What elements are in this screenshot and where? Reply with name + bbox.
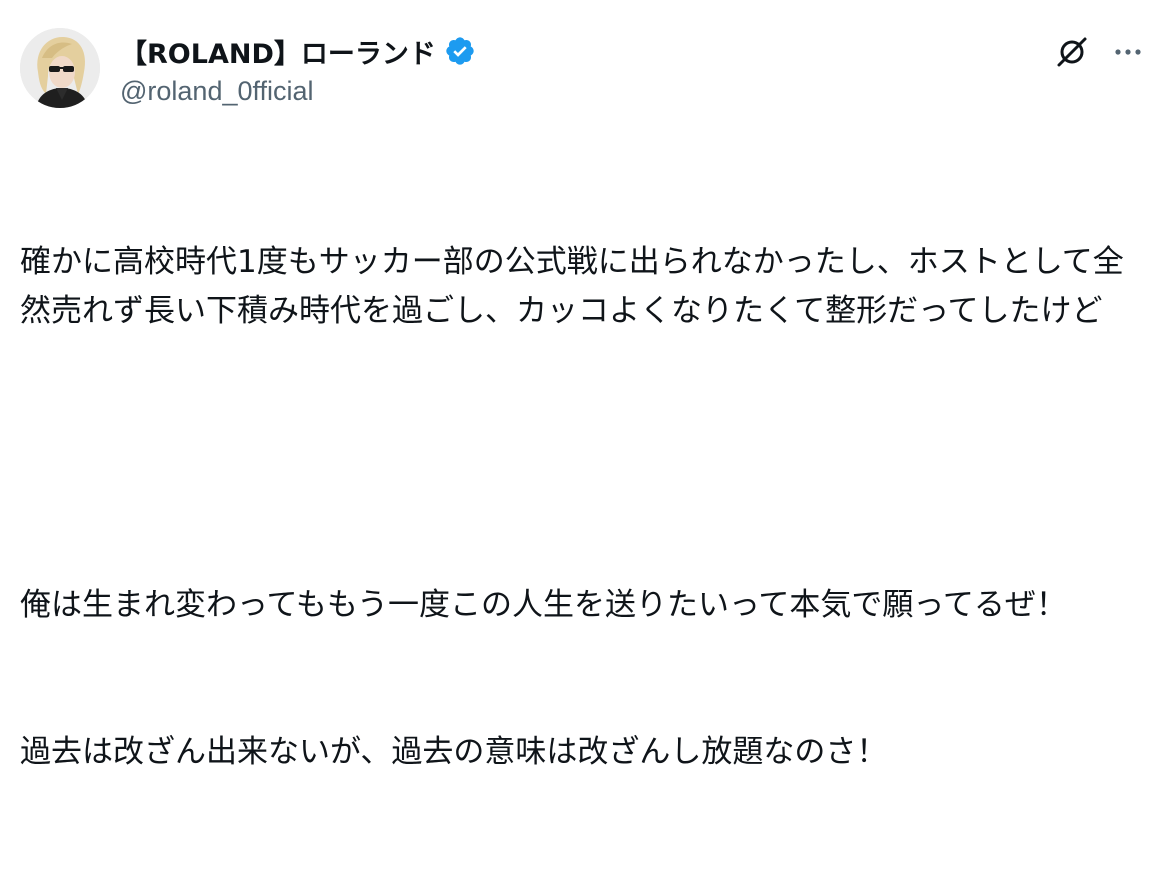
tweet-text: 確かに高校時代1度もサッカー部の公式戦に出られなかったし、ホストとして全然売れず…: [20, 140, 1148, 875]
tweet-paragraph-1: 確かに高校時代1度もサッカー部の公式戦に出られなかったし、ホストとして全然売れず…: [20, 244, 1124, 329]
tweet-card: 【ROLAND】ローランド @roland_0fficial 確かに高校時代1度…: [0, 0, 1168, 770]
grok-icon: [1057, 37, 1087, 67]
more-options-icon: [1115, 49, 1141, 55]
user-handle[interactable]: @roland_0fficial: [120, 76, 476, 107]
grok-button[interactable]: [1052, 32, 1092, 72]
profile-photo-icon: [20, 28, 100, 108]
name-row: 【ROLAND】ローランド: [120, 32, 476, 70]
avatar[interactable]: [20, 28, 100, 108]
tweet-paragraph-2-line-2: 過去は改ざん出来ないが、過去の意味は改ざんし放題なのさ！: [20, 734, 888, 770]
tweet-paragraph-2-line-1: 俺は生まれ変わってももう一度この人生を送りたいって本気で願ってるぜ！: [20, 587, 1067, 623]
verified-badge-icon[interactable]: [444, 35, 476, 67]
user-info: 【ROLAND】ローランド @roland_0fficial: [120, 32, 476, 107]
more-options-button[interactable]: [1108, 32, 1148, 72]
display-name[interactable]: 【ROLAND】ローランド: [120, 32, 436, 71]
tweet-header: 【ROLAND】ローランド @roland_0fficial: [20, 28, 1148, 112]
